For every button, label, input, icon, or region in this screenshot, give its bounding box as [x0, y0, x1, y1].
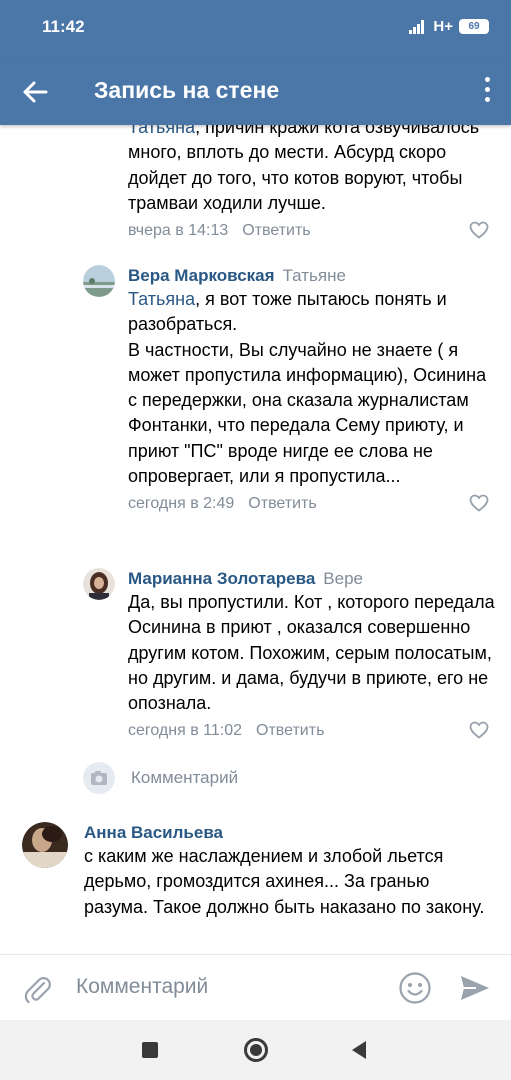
comment-item: Анна Васильева с каким же наслаждением и… — [0, 822, 511, 954]
smile-icon[interactable] — [398, 971, 432, 1005]
comment-body: Анна Васильева с каким же наслаждением и… — [84, 822, 491, 920]
heart-icon[interactable] — [469, 494, 489, 513]
mention-link[interactable]: Татьяна — [128, 289, 195, 309]
author-name[interactable]: Вера Марковская — [128, 266, 275, 285]
app-bar: Запись на стене — [0, 57, 511, 125]
comments-feed[interactable]: Татьяна, причин кражи кота озвучивалось … — [0, 125, 511, 954]
status-bar: 11:42 H+ 69 — [0, 0, 511, 57]
send-icon[interactable] — [458, 973, 492, 1003]
paperclip-icon[interactable] — [22, 973, 52, 1005]
comment-item: Татьяна, причин кражи кота озвучивалось … — [0, 125, 511, 239]
comment-text: Татьяна, причин кражи кота озвучивалось … — [128, 125, 495, 216]
reply-placeholder: Комментарий — [131, 768, 239, 787]
avatar[interactable] — [22, 822, 68, 868]
status-indicators: H+ 69 — [409, 18, 489, 35]
back-arrow-icon[interactable] — [18, 75, 52, 109]
reply-button[interactable]: Ответить — [256, 722, 324, 739]
reply-to-label[interactable]: Татьяне — [283, 266, 346, 285]
more-vertical-icon[interactable] — [481, 77, 493, 105]
comment-body: Марианна Золотарева Вере Да, вы пропустил… — [128, 568, 495, 742]
avatar[interactable] — [83, 265, 115, 297]
camera-icon — [83, 762, 115, 794]
comment-header: Анна Васильева — [84, 822, 491, 844]
comment-header: Марианна Золотарева Вере — [128, 568, 495, 590]
comment-meta: сегодня в 11:02 Ответить — [128, 720, 495, 742]
comment-input-bar: Комментарий — [0, 954, 511, 1020]
comment-header: Вера Марковская Татьяне — [128, 265, 495, 287]
system-nav-bar — [0, 1020, 511, 1080]
comment-time: сегодня в 11:02 — [128, 722, 243, 740]
comment-item: Марианна Золотарева Вере Да, вы пропустил… — [0, 568, 511, 748]
system-back-icon[interactable] — [352, 1041, 366, 1059]
comment-time: вчера в 14:13 — [128, 222, 229, 240]
comment-body: Вера Марковская Татьяне Татьяна, я вот то… — [128, 265, 495, 515]
comment-meta: сегодня в 2:49 Ответить — [128, 493, 495, 515]
reply-button[interactable]: Ответить — [248, 495, 316, 512]
comment-text: Татьяна, я вот тоже пытаюсь понять и раз… — [128, 289, 487, 487]
comment-item: Вера Марковская Татьяне Татьяна, я вот то… — [0, 265, 511, 550]
reply-button[interactable]: Ответить — [242, 222, 310, 239]
author-name[interactable]: Марианна Золотарева — [128, 569, 315, 588]
mention-link[interactable]: Татьяна — [128, 125, 195, 137]
comment-meta: вчера в 14:13 Ответить — [128, 220, 495, 242]
avatar[interactable] — [83, 568, 115, 600]
comment-text: Да, вы пропустили. Кот , которого переда… — [128, 592, 495, 714]
signal-icon — [409, 19, 427, 34]
heart-icon[interactable] — [469, 221, 489, 239]
reply-to-label[interactable]: Вере — [323, 569, 363, 588]
comment-input[interactable]: Комментарий — [76, 975, 208, 999]
status-time: 11:42 — [42, 17, 85, 36]
recents-icon[interactable] — [142, 1042, 158, 1058]
author-name[interactable]: Анна Васильева — [84, 823, 223, 842]
comment-text: с каким же наслаждением и злобой льется … — [84, 846, 485, 917]
home-icon[interactable] — [244, 1038, 268, 1062]
comment-time: сегодня в 2:49 — [128, 495, 235, 513]
comment-body: Татьяна, причин кражи кота озвучивалось … — [128, 125, 495, 242]
thread-reply-field[interactable]: Комментарий — [83, 762, 503, 798]
network-type: H+ — [433, 18, 453, 35]
battery-icon: 69 — [459, 19, 489, 34]
heart-icon[interactable] — [469, 721, 489, 740]
page-title: Запись на стене — [94, 77, 280, 103]
